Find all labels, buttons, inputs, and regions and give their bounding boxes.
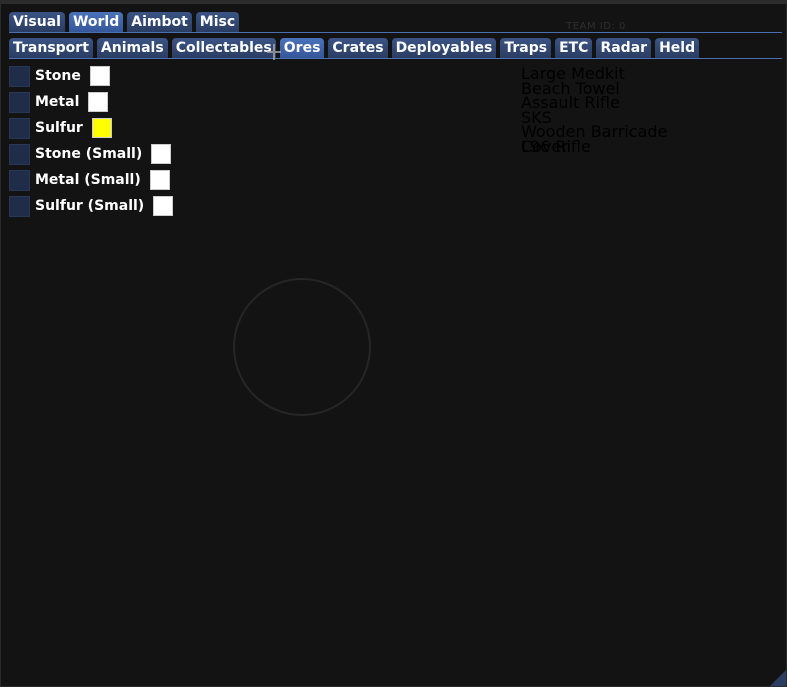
background-item-list: Large Medkit Beach Towel Assault Rifle SKS W… — [521, 66, 673, 156]
stone-color-swatch[interactable] — [89, 66, 110, 86]
ore-row-sulfur-small: Sulfur (Small) — [9, 193, 174, 219]
sulfur-label: Sulfur — [35, 120, 83, 136]
sub-tab-bar: Transport Animals Collectables Ores Crates De… — [9, 38, 700, 58]
sulfur-small-label: Sulfur (Small) — [35, 198, 145, 214]
sulfur-color-swatch[interactable] — [91, 118, 112, 138]
ore-row-stone-small: Stone (Small) — [9, 141, 173, 167]
fov-circle — [233, 278, 371, 416]
subtab-crates[interactable]: Crates — [328, 38, 388, 58]
ore-row-stone: Stone — [9, 63, 173, 89]
main-tab-separator — [9, 32, 782, 33]
stone-small-toggle[interactable] — [9, 143, 30, 165]
metal-small-label: Metal (Small) — [35, 172, 141, 188]
metal-label: Metal — [35, 94, 80, 110]
subtab-traps[interactable]: Traps — [500, 38, 552, 58]
subtab-ores[interactable]: Ores — [279, 38, 325, 58]
metal-toggle[interactable] — [9, 91, 30, 113]
background-team-id: TEAM ID: 0 — [566, 21, 626, 32]
main-tab-bar: Visual World Aimbot Misc — [9, 12, 240, 32]
stone-toggle[interactable] — [9, 65, 30, 87]
tab-visual[interactable]: Visual — [9, 12, 65, 32]
stone-small-label: Stone (Small) — [35, 146, 143, 162]
ore-row-metal: Metal — [9, 89, 173, 115]
metal-small-color-swatch[interactable] — [149, 170, 170, 190]
crosshair-cursor-icon — [267, 44, 281, 60]
subtab-etc[interactable]: ETC — [555, 38, 593, 58]
ore-row-metal-small: Metal (Small) — [9, 167, 173, 193]
subtab-animals[interactable]: Animals — [96, 38, 168, 58]
resize-grip[interactable] — [770, 670, 786, 686]
subtab-transport[interactable]: Transport — [9, 38, 93, 58]
stone-small-color-swatch[interactable] — [151, 144, 172, 164]
ore-options-list: Stone Metal Sulfur Stone (Small) Metal (Smal… — [9, 63, 174, 219]
sulfur-small-toggle[interactable] — [9, 195, 30, 217]
sulfur-toggle[interactable] — [9, 117, 30, 139]
cheat-menu-window: TEAM ID: 0 Large Medkit Beach Towel Assaul… — [0, 0, 787, 687]
window-top-edge — [1, 1, 786, 4]
subtab-radar[interactable]: Radar — [596, 38, 652, 58]
sub-tab-separator — [9, 58, 782, 59]
subtab-deployables[interactable]: Deployables — [391, 38, 497, 58]
background-item: L96 Rifle — [521, 136, 591, 156]
tab-world[interactable]: World — [68, 12, 124, 32]
subtab-collectables[interactable]: Collectables — [171, 38, 276, 58]
tab-misc[interactable]: Misc — [195, 12, 240, 32]
stone-label: Stone — [35, 68, 81, 84]
sulfur-small-color-swatch[interactable] — [153, 196, 174, 216]
metal-small-toggle[interactable] — [9, 169, 30, 191]
metal-color-swatch[interactable] — [88, 92, 109, 112]
tab-aimbot[interactable]: Aimbot — [127, 12, 192, 32]
subtab-held[interactable]: Held — [655, 38, 700, 58]
ore-row-sulfur: Sulfur — [9, 115, 173, 141]
